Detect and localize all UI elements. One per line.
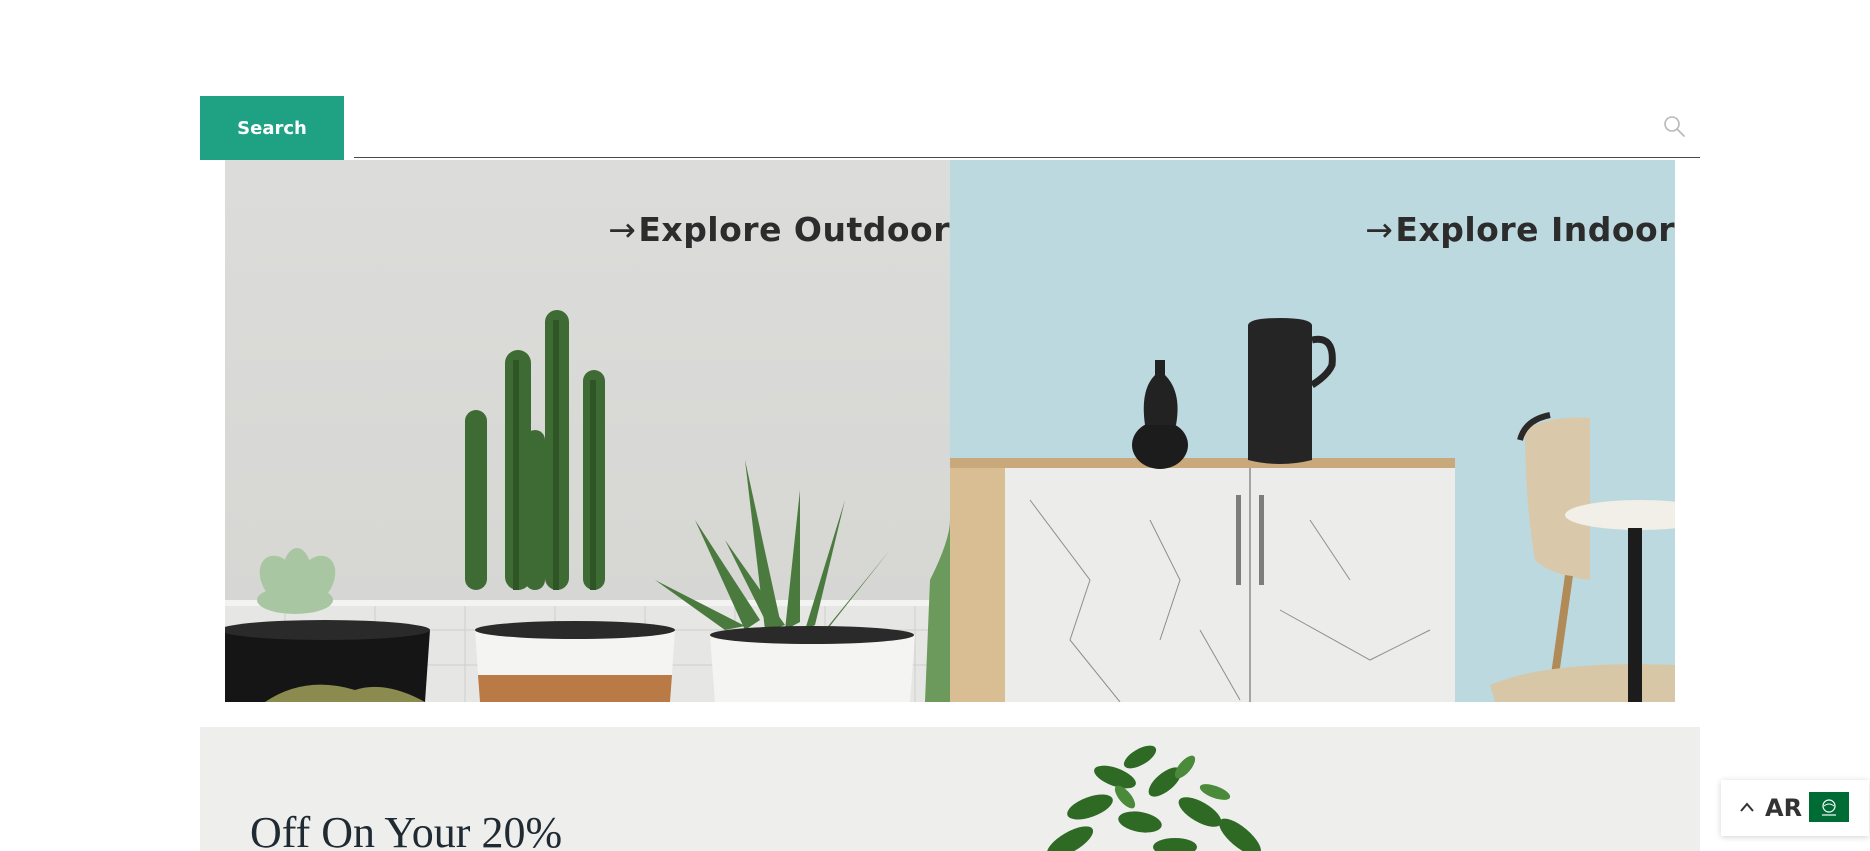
explore-indoor-label: Explore Indoor	[1395, 210, 1675, 249]
explore-outdoor-link[interactable]: → Explore Outdoor	[608, 210, 950, 249]
arrow-right-icon: →	[1365, 210, 1394, 249]
arrow-right-icon: →	[608, 210, 637, 249]
search-input[interactable]	[354, 96, 1700, 158]
explore-outdoor-panel[interactable]: → Explore Outdoor	[225, 160, 950, 702]
chevron-up-icon	[1740, 802, 1754, 812]
search-icon[interactable]	[1662, 114, 1688, 140]
explore-outdoor-label: Explore Outdoor	[638, 210, 950, 249]
explore-panels: → Explore Outdoor → Explore Indoor	[225, 160, 1675, 702]
explore-indoor-link[interactable]: → Explore Indoor	[1365, 210, 1675, 249]
search-bar: Search	[200, 96, 1700, 160]
language-code: AR	[1765, 794, 1803, 822]
promo-banner: Off On Your 20%	[200, 727, 1700, 851]
page: Search → Explore Outdoor → Explore Indoo…	[0, 0, 1870, 851]
promo-title: Off On Your 20%	[250, 808, 563, 851]
explore-indoor-panel[interactable]: → Explore Indoor	[950, 160, 1675, 702]
saudi-flag-icon	[1809, 792, 1849, 822]
language-switcher[interactable]: AR	[1721, 780, 1869, 836]
search-button[interactable]: Search	[200, 96, 344, 160]
